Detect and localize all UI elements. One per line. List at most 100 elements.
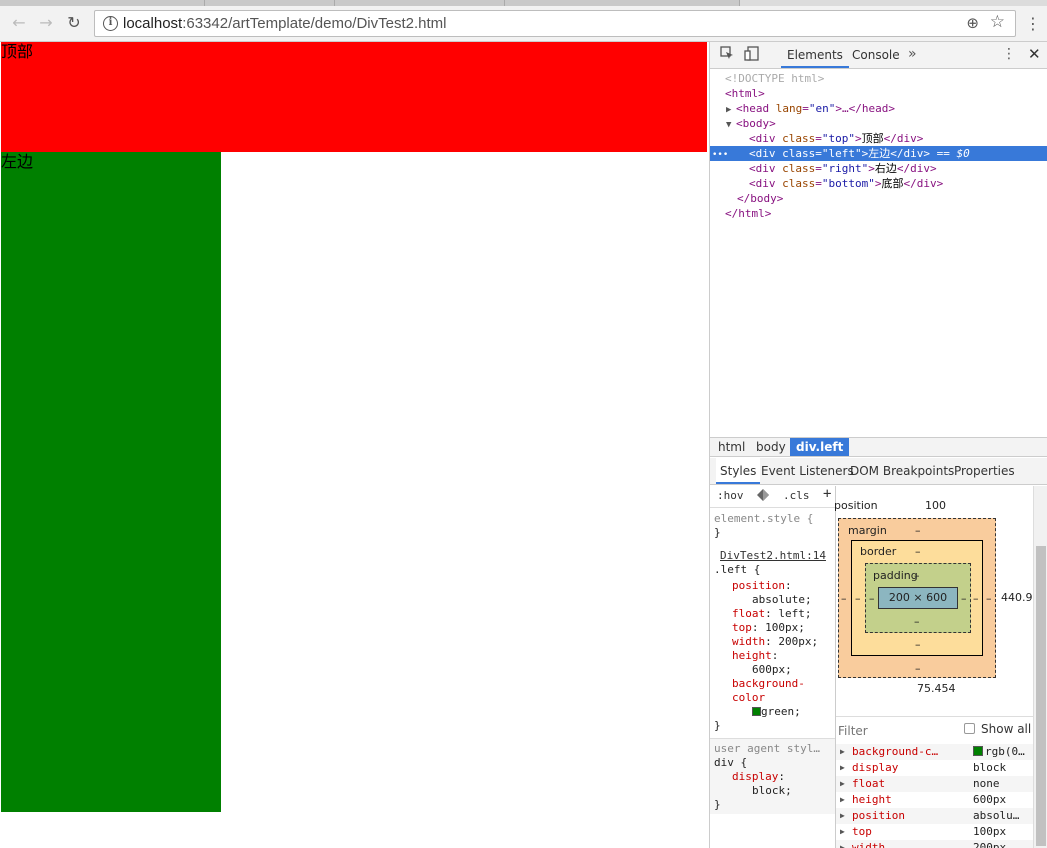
box-border-right[interactable]: –: [973, 592, 979, 605]
hover-state-toggle[interactable]: :hov: [717, 489, 744, 502]
styles-scrollbar[interactable]: [1033, 486, 1047, 848]
expand-triangle-icon[interactable]: ▶: [840, 792, 845, 808]
box-border-left[interactable]: –: [855, 592, 861, 605]
tab-elements[interactable]: Elements: [781, 42, 849, 68]
style-prop-width[interactable]: width: 200px;: [732, 635, 818, 649]
box-position-bottom[interactable]: 75.454: [917, 682, 956, 695]
zoom-icon[interactable]: ⊕: [966, 14, 979, 32]
dom-node-div-bottom[interactable]: <div class="bottom">底部</div>: [710, 176, 1047, 191]
browser-menu-icon[interactable]: ⋮: [1025, 15, 1041, 33]
box-position-top[interactable]: 100: [925, 499, 946, 512]
box-model-diagram: position 100 margin – – – – border – – –…: [834, 486, 1047, 716]
breadcrumb-div-left[interactable]: div.left: [790, 438, 850, 456]
show-all-checkbox[interactable]: [964, 723, 975, 734]
expand-triangle-icon[interactable]: ▶: [840, 776, 845, 792]
tab-styles[interactable]: Styles: [716, 458, 761, 484]
breadcrumb-body[interactable]: body: [750, 438, 792, 456]
address-bar[interactable]: i localhost:63342/artTemplate/demo/DivTe…: [94, 10, 1016, 37]
bookmark-star-icon[interactable]: ☆: [990, 12, 1005, 32]
tab-event-listeners[interactable]: Event Listeners: [761, 458, 854, 485]
style-prop-height[interactable]: height:: [732, 649, 778, 663]
style-value-position[interactable]: absolute;: [752, 593, 812, 607]
class-toggle[interactable]: .cls: [783, 489, 810, 502]
expand-triangle-icon[interactable]: ▶: [840, 760, 845, 776]
style-prop-top[interactable]: top: 100px;: [732, 621, 805, 635]
computed-row[interactable]: ▶ background-c… rgb(0…: [836, 744, 1033, 760]
devtools-panel: Elements Console » ⋮ ✕ <!DOCTYPE html> <…: [709, 42, 1047, 848]
close-brace: }: [714, 719, 721, 732]
dom-node-html[interactable]: <html>: [710, 86, 1047, 101]
devtools-menu-icon[interactable]: ⋮: [1002, 44, 1016, 64]
expand-triangle-icon[interactable]: ▶: [840, 840, 845, 848]
reload-icon[interactable]: ↻: [63, 12, 85, 34]
box-margin-right[interactable]: –: [986, 592, 992, 605]
breadcrumb-html[interactable]: html: [712, 438, 751, 456]
device-toolbar-icon[interactable]: [744, 46, 760, 65]
box-border-top[interactable]: –: [915, 545, 921, 558]
more-tabs-icon[interactable]: »: [908, 42, 917, 67]
expand-triangle-icon[interactable]: ▶: [840, 824, 845, 840]
add-rule-icon[interactable]: +: [823, 486, 831, 502]
box-padding-left[interactable]: –: [869, 592, 875, 605]
close-devtools-icon[interactable]: ✕: [1028, 45, 1041, 63]
expand-triangle-icon[interactable]: ▶: [840, 808, 845, 824]
computed-row[interactable]: ▶ position absolu…: [836, 808, 1033, 824]
ua-style-selector: div {: [714, 756, 748, 769]
computed-properties-list: ▶ background-c… rgb(0… ▶ display block ▶…: [836, 744, 1033, 848]
forward-arrow-icon[interactable]: →: [35, 12, 57, 34]
info-icon[interactable]: i: [103, 16, 118, 31]
dom-node-html-close[interactable]: </html>: [710, 206, 1047, 221]
style-prop-position[interactable]: position:: [732, 579, 792, 593]
close-brace: }: [714, 526, 721, 539]
computed-row[interactable]: ▶ top 100px: [836, 824, 1033, 840]
box-border-bottom[interactable]: –: [915, 638, 921, 651]
paint-icon[interactable]: [756, 488, 772, 505]
dom-node-div-left[interactable]: ••• <div class="left">左边</div> == $0: [710, 146, 1047, 161]
url-host: localhost: [123, 15, 183, 32]
box-margin-left[interactable]: –: [841, 592, 847, 605]
box-padding-top[interactable]: –: [914, 569, 920, 582]
dom-node-doctype[interactable]: <!DOCTYPE html>: [710, 71, 1047, 86]
style-prop-float[interactable]: float: left;: [732, 607, 812, 621]
computed-row[interactable]: ▶ height 600px: [836, 792, 1033, 808]
tab-dom-breakpoints[interactable]: DOM Breakpoints: [850, 458, 954, 485]
style-prop-background-color[interactable]: background-color: [732, 677, 832, 705]
dom-node-head[interactable]: ▶ <head lang="en">…</head>: [710, 101, 1047, 116]
computed-row[interactable]: ▶ display block: [836, 760, 1033, 776]
dom-node-div-top[interactable]: <div class="top">顶部</div>: [710, 131, 1047, 146]
dom-node-div-right[interactable]: <div class="right">右边</div>: [710, 161, 1047, 176]
box-margin-label: margin: [848, 524, 887, 537]
box-padding-right[interactable]: –: [961, 592, 967, 605]
box-margin-bottom[interactable]: –: [915, 662, 921, 675]
dom-tree: <!DOCTYPE html> <html> ▶ <head lang="en">…: [710, 71, 1047, 437]
styles-pane: :hov .cls + element.style { } DivTest2.h…: [710, 486, 836, 848]
computed-row[interactable]: ▶ float none: [836, 776, 1033, 792]
tab-console[interactable]: Console: [852, 42, 900, 69]
back-arrow-icon[interactable]: ←: [8, 12, 30, 34]
scrollbar-thumb[interactable]: [1036, 546, 1046, 846]
div-left: 左边: [1, 152, 221, 812]
style-value-background-color[interactable]: green;: [752, 705, 801, 719]
dom-node-body[interactable]: ▼ <body>: [710, 116, 1047, 131]
color-swatch-icon[interactable]: [973, 746, 983, 756]
inspect-element-icon[interactable]: [720, 46, 734, 64]
element-style-selector[interactable]: element.style {: [714, 512, 813, 526]
computed-row[interactable]: ▶ width 200px: [836, 840, 1033, 848]
box-border-label: border: [860, 545, 897, 558]
expand-triangle-icon[interactable]: ▶: [840, 744, 845, 760]
style-source-link[interactable]: DivTest2.html:14: [720, 549, 826, 563]
tab-properties[interactable]: Properties: [954, 458, 1015, 485]
computed-filter-input[interactable]: [838, 722, 948, 740]
color-swatch-icon[interactable]: [752, 707, 761, 716]
box-position-label: position: [834, 499, 878, 512]
style-value-height[interactable]: 600px;: [752, 663, 792, 677]
url-text[interactable]: localhost:63342/artTemplate/demo/DivTest…: [123, 15, 447, 32]
ua-style-label: user agent styl…: [714, 742, 820, 755]
box-margin-top[interactable]: –: [915, 524, 921, 537]
style-rule-selector[interactable]: .left {: [714, 563, 760, 577]
box-padding-label: padding: [873, 569, 918, 582]
box-padding-bottom[interactable]: –: [914, 615, 920, 628]
box-content[interactable]: 200 × 600: [878, 587, 958, 609]
dom-node-body-close[interactable]: </body>: [710, 191, 1047, 206]
ua-style-prop: display:: [732, 770, 785, 783]
